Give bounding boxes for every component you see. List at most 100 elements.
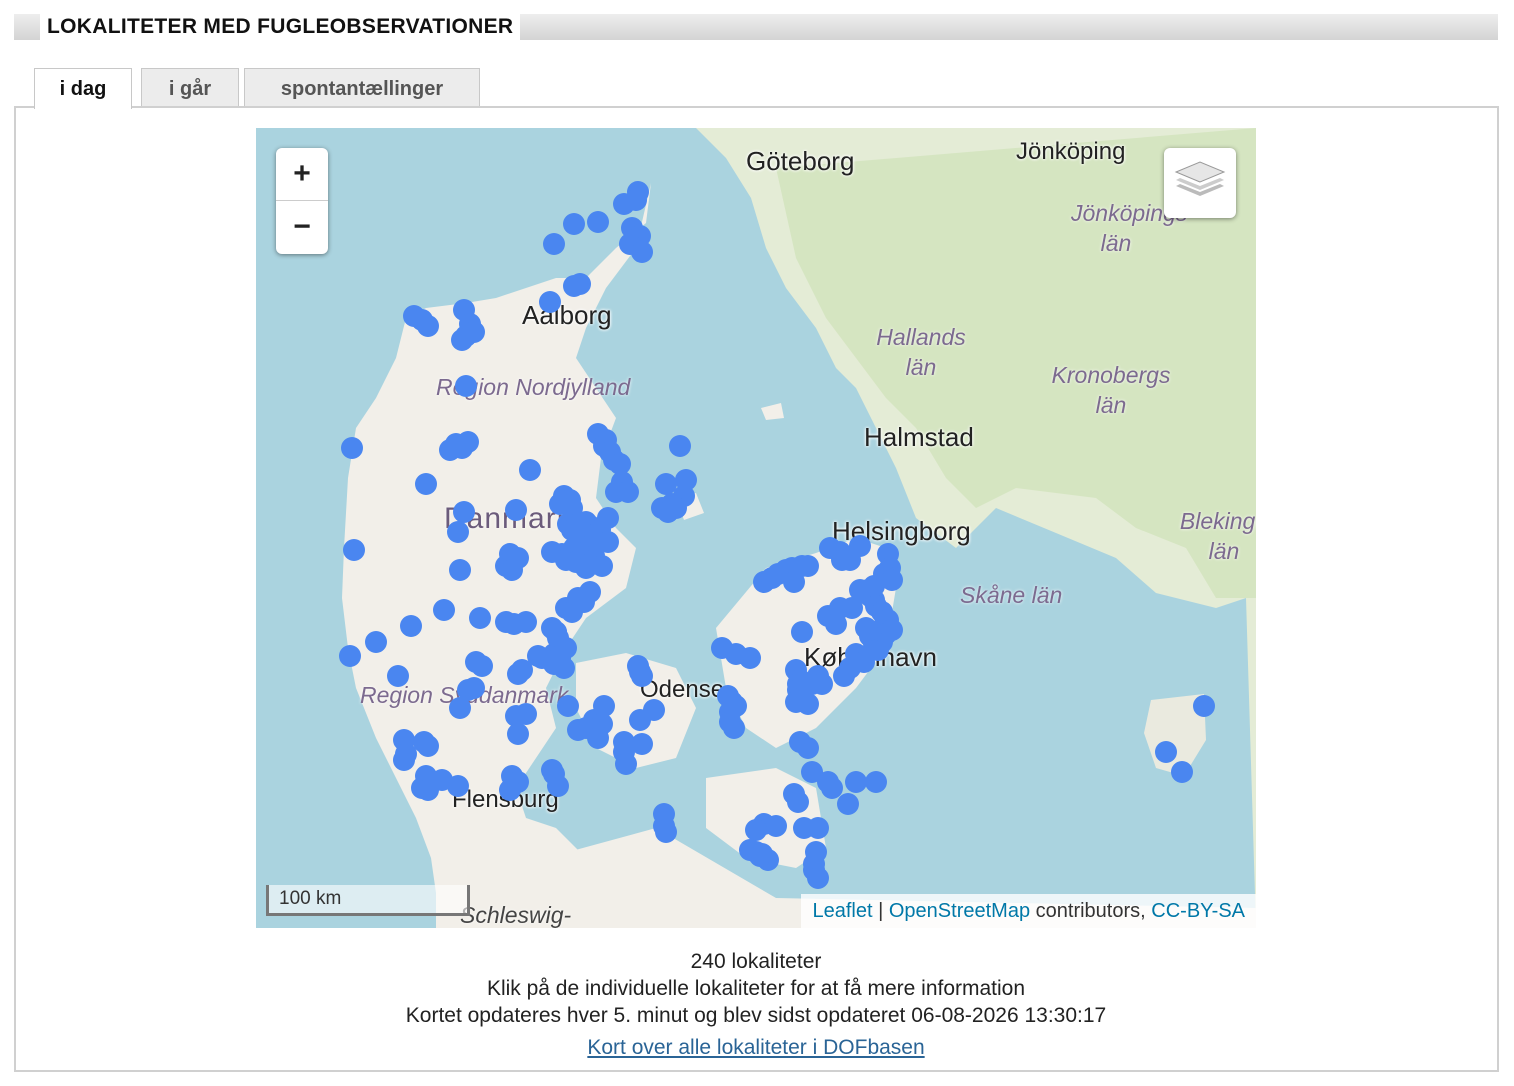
label-halmstad: Halmstad <box>864 422 974 452</box>
locality-marker[interactable] <box>615 753 637 775</box>
zoom-control: + − <box>276 148 328 254</box>
locality-marker[interactable] <box>1155 741 1177 763</box>
locality-marker[interactable] <box>499 779 521 801</box>
locality-marker[interactable] <box>417 779 439 801</box>
locality-marker[interactable] <box>669 435 691 457</box>
locality-marker[interactable] <box>447 521 469 543</box>
locality-marker[interactable] <box>343 539 365 561</box>
label-hallands-lan: Hallands län <box>876 324 966 380</box>
locality-marker[interactable] <box>587 211 609 233</box>
locality-marker[interactable] <box>587 727 609 749</box>
locality-marker[interactable] <box>501 559 523 581</box>
locality-marker[interactable] <box>549 645 571 667</box>
locality-marker[interactable] <box>643 699 665 721</box>
locality-marker[interactable] <box>657 501 679 523</box>
locality-marker[interactable] <box>1193 695 1215 717</box>
locality-marker[interactable] <box>807 867 829 889</box>
locality-marker[interactable] <box>505 499 527 521</box>
locality-marker[interactable] <box>507 723 529 745</box>
locality-marker[interactable] <box>447 775 469 797</box>
locality-marker[interactable] <box>451 329 473 351</box>
locality-marker[interactable] <box>811 673 833 695</box>
locality-marker[interactable] <box>793 817 815 839</box>
locality-marker[interactable] <box>865 771 887 793</box>
update-status: Kortet opdateres hver 5. minut og blev s… <box>405 1004 1107 1027</box>
all-localities-link[interactable]: Kort over alle lokaliteter i DOFbasen <box>587 1036 924 1059</box>
locality-marker[interactable] <box>400 615 422 637</box>
locality-marker[interactable] <box>797 737 819 759</box>
locality-marker[interactable] <box>543 233 565 255</box>
locality-marker[interactable] <box>837 793 859 815</box>
locality-marker[interactable] <box>547 775 569 797</box>
locality-marker[interactable] <box>783 571 805 593</box>
tab-spontaneous-counts[interactable]: spontantællinger <box>244 68 480 107</box>
locality-marker[interactable] <box>457 431 479 453</box>
locality-marker[interactable] <box>455 375 477 397</box>
locality-marker[interactable] <box>825 613 847 635</box>
locality-marker[interactable] <box>341 437 363 459</box>
license-link[interactable]: CC-BY-SA <box>1151 900 1245 922</box>
locality-marker[interactable] <box>339 645 361 667</box>
locality-marker[interactable] <box>567 719 589 741</box>
locality-marker[interactable] <box>653 803 675 825</box>
locality-marker[interactable] <box>365 631 387 653</box>
locality-marker[interactable] <box>563 213 585 235</box>
locality-marker[interactable] <box>463 677 485 699</box>
locality-marker[interactable] <box>545 621 567 643</box>
locality-marker[interactable] <box>453 501 475 523</box>
locality-marker[interactable] <box>557 695 579 717</box>
locality-marker[interactable] <box>471 655 493 677</box>
locality-marker[interactable] <box>519 459 541 481</box>
locality-marker[interactable] <box>739 647 761 669</box>
locality-marker[interactable] <box>591 555 613 577</box>
locality-marker[interactable] <box>417 735 439 757</box>
locality-marker[interactable] <box>393 749 415 771</box>
locality-marker[interactable] <box>1171 761 1193 783</box>
layers-button[interactable] <box>1164 148 1236 218</box>
locality-marker[interactable] <box>515 611 537 633</box>
label-jonkoping: Jönköping <box>1016 138 1126 165</box>
tab-yesterday[interactable]: i går <box>141 68 239 107</box>
locality-marker[interactable] <box>539 291 561 313</box>
locality-marker[interactable] <box>765 815 787 837</box>
attribution-separator: | <box>878 900 884 922</box>
locality-marker[interactable] <box>387 665 409 687</box>
locality-marker[interactable] <box>417 315 439 337</box>
locality-marker[interactable] <box>785 691 807 713</box>
zoom-out-button[interactable]: − <box>276 201 328 253</box>
locality-marker[interactable] <box>597 507 619 529</box>
locality-marker[interactable] <box>563 275 585 297</box>
locality-marker[interactable] <box>567 587 589 609</box>
locality-marker[interactable] <box>845 771 867 793</box>
locality-marker[interactable] <box>787 791 809 813</box>
locality-marker[interactable] <box>881 619 903 641</box>
page-title: LOKALITETER MED FUGLEOBSERVATIONER <box>40 14 521 40</box>
locality-marker[interactable] <box>839 657 861 679</box>
tab-today[interactable]: i dag <box>34 68 132 109</box>
locality-marker[interactable] <box>597 531 619 553</box>
label-schleswig: Schleswig- <box>460 902 572 928</box>
locality-marker[interactable] <box>449 559 471 581</box>
locality-marker[interactable] <box>751 843 773 865</box>
locality-marker[interactable] <box>629 661 651 683</box>
click-hint: Klik på de individuelle lokaliteter for … <box>486 977 1026 1000</box>
locality-marker[interactable] <box>631 241 653 263</box>
locality-marker[interactable] <box>415 473 437 495</box>
locality-marker[interactable] <box>613 193 635 215</box>
locality-marker[interactable] <box>433 599 455 621</box>
layers-icon <box>1174 161 1226 196</box>
locality-marker[interactable] <box>849 535 871 557</box>
locality-marker[interactable] <box>617 481 639 503</box>
locality-marker[interactable] <box>745 819 767 841</box>
locality-marker[interactable] <box>723 717 745 739</box>
label-blekinge-lan: Blekinge län <box>1179 508 1256 564</box>
leaflet-link[interactable]: Leaflet <box>812 900 872 922</box>
locality-marker[interactable] <box>567 513 589 535</box>
map[interactable]: Göteborg Jönköping Jönköpings län Aalbor… <box>256 128 1256 928</box>
zoom-in-button[interactable]: + <box>276 148 328 201</box>
locality-marker[interactable] <box>469 607 491 629</box>
locality-marker[interactable] <box>791 621 813 643</box>
locality-marker[interactable] <box>841 597 863 619</box>
openstreetmap-link[interactable]: OpenStreetMap <box>889 900 1030 922</box>
locality-marker[interactable] <box>863 575 885 597</box>
